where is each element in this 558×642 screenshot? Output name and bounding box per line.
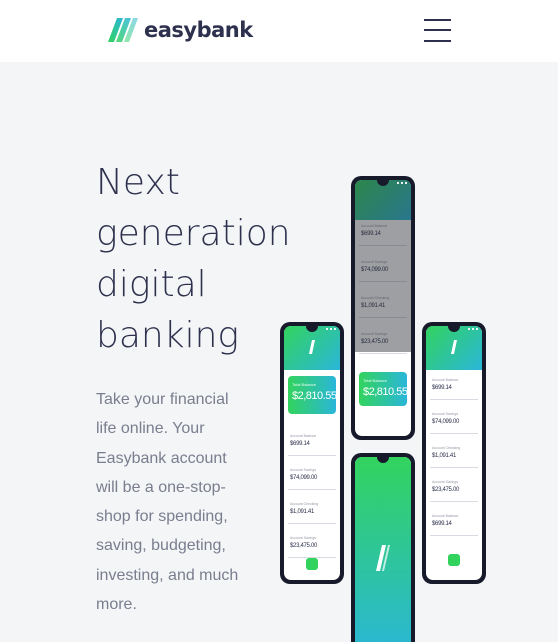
status-icons [468,328,478,331]
account-row: Account Savings $23,475.00 [430,476,478,502]
account-row: Account Savings $23,475.00 [288,532,336,558]
site-header: easybank [0,0,558,62]
modal-overlay [355,180,411,352]
brand-name: easybank [144,18,253,42]
account-row: Account Balance $699.14 [430,374,478,400]
account-row: Account Balance $699.14 [430,510,478,536]
balance-card: Total Balance $2,810.55 [288,376,337,414]
account-row: Account Checking $1,091.41 [288,498,336,524]
account-row: Account Checking $1,091.41 [430,442,478,468]
hamburger-icon[interactable] [424,17,452,45]
action-button [448,554,460,566]
slash-logo-icon [309,340,315,354]
account-row: Account Savings $74,099.00 [430,408,478,434]
action-button [306,558,318,570]
logo-mark-icon [108,18,138,42]
status-icons [326,328,336,331]
slash-logo-icon [451,340,457,354]
phone-mockup-center-top: Account Balance $699.14 Account Savings … [351,176,415,440]
account-row: Account Balance $699.14 [288,430,336,456]
brand-logo[interactable]: easybank [108,18,253,42]
slash-logo-icon [376,545,390,571]
hero-description: Take your financial life online. Your Ea… [96,391,239,614]
account-row: Account Savings $74,099.00 [288,464,336,490]
phone-mockup-right: Account Balance $699.14 Account Savings … [422,322,486,584]
phone-mockup-left: Total Balance $2,810.55 Account Balance … [280,322,344,584]
hero-headline: Next generation digital banking [96,162,291,356]
phone-mockup-center-bottom [351,453,415,642]
hero-section: Next generation digital banking Take you… [0,62,558,642]
balance-card: Total Balance $2,810.55 [359,372,408,406]
status-icons [397,182,407,185]
